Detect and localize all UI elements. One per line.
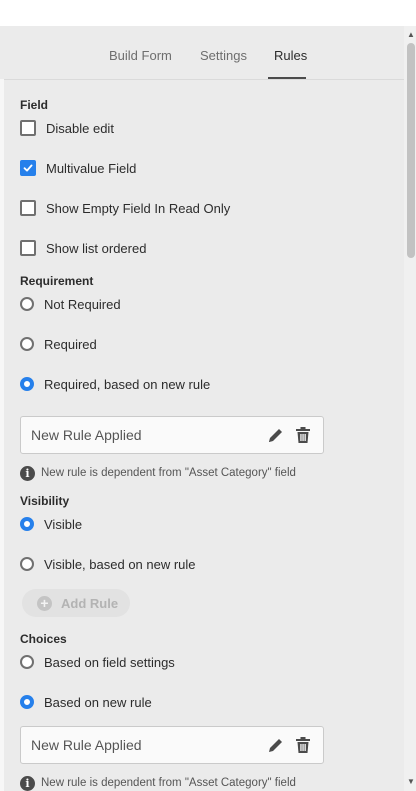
disable-edit-checkbox[interactable] [20, 120, 36, 136]
choices-rule-text: New Rule Applied [31, 737, 142, 753]
top-strip [0, 0, 416, 27]
based-on-field-settings-option[interactable]: Based on field settings [20, 653, 175, 671]
required-label: Required [44, 336, 97, 352]
requirement-rule-text: New Rule Applied [31, 427, 142, 443]
required-new-rule-radio[interactable] [20, 377, 34, 391]
properties-panel: Build Form Settings Rules Field Disable … [0, 26, 404, 791]
based-on-field-settings-radio[interactable] [20, 655, 34, 669]
visible-option[interactable]: Visible [20, 515, 82, 533]
disable-edit-option[interactable]: Disable edit [20, 119, 114, 137]
active-tab-indicator [268, 77, 306, 79]
tab-settings[interactable]: Settings [200, 48, 247, 63]
requirement-rule-box: New Rule Applied [20, 416, 324, 454]
tab-rules[interactable]: Rules [274, 48, 307, 63]
visible-new-rule-radio[interactable] [20, 557, 34, 571]
pencil-icon[interactable] [267, 426, 285, 444]
based-on-field-settings-label: Based on field settings [44, 654, 175, 670]
scroll-up-arrow-icon[interactable]: ▲ [406, 30, 416, 40]
pencil-icon[interactable] [267, 736, 285, 754]
plus-circle-icon: + [37, 595, 52, 611]
show-list-ordered-option[interactable]: Show list ordered [20, 239, 146, 257]
tab-bar: Build Form Settings Rules [0, 26, 404, 80]
add-rule-button[interactable]: + Add Rule [22, 589, 130, 617]
show-list-ordered-checkbox[interactable] [20, 240, 36, 256]
visible-radio[interactable] [20, 517, 34, 531]
required-new-rule-option[interactable]: Required, based on new rule [20, 375, 210, 393]
choices-rule-note: i New rule is dependent from "Asset Cate… [20, 775, 296, 791]
info-icon: i [20, 465, 35, 481]
show-list-ordered-label: Show list ordered [46, 240, 147, 256]
show-empty-field-option[interactable]: Show Empty Field In Read Only [20, 199, 230, 217]
scrollbar-thumb[interactable] [407, 43, 415, 258]
not-required-radio[interactable] [20, 297, 34, 311]
requirement-note-text: New rule is dependent from "Asset Catego… [41, 467, 296, 479]
multivalue-field-option[interactable]: Multivalue Field [20, 159, 136, 177]
required-new-rule-label: Required, based on new rule [44, 376, 211, 392]
required-radio[interactable] [20, 337, 34, 351]
checkmark-icon [23, 164, 33, 172]
info-icon: i [20, 775, 35, 791]
not-required-option[interactable]: Not Required [20, 295, 121, 313]
trash-icon[interactable] [294, 426, 312, 444]
based-on-new-rule-option[interactable]: Based on new rule [20, 693, 152, 711]
show-empty-field-label: Show Empty Field In Read Only [46, 200, 231, 216]
not-required-label: Not Required [44, 296, 121, 312]
multivalue-field-label: Multivalue Field [46, 160, 137, 176]
required-option[interactable]: Required [20, 335, 97, 353]
based-on-new-rule-radio[interactable] [20, 695, 34, 709]
visibility-section-title: Visibility [20, 494, 70, 508]
based-on-new-rule-label: Based on new rule [44, 694, 152, 710]
choices-note-text: New rule is dependent from "Asset Catego… [41, 777, 296, 789]
visible-new-rule-label: Visible, based on new rule [44, 556, 196, 572]
choices-rule-box: New Rule Applied [20, 726, 324, 764]
panel-edge [0, 79, 4, 791]
visible-label: Visible [44, 516, 83, 532]
requirement-rule-note: i New rule is dependent from "Asset Cate… [20, 465, 296, 481]
disable-edit-label: Disable edit [46, 120, 114, 136]
visible-new-rule-option[interactable]: Visible, based on new rule [20, 555, 196, 573]
multivalue-field-checkbox[interactable] [20, 160, 36, 176]
choices-section-title: Choices [20, 632, 67, 646]
add-rule-label: Add Rule [61, 595, 119, 611]
tab-build-form[interactable]: Build Form [109, 48, 172, 63]
requirement-section-title: Requirement [20, 274, 94, 288]
scroll-down-arrow-icon[interactable]: ▼ [406, 777, 416, 787]
trash-icon[interactable] [294, 736, 312, 754]
field-section-title: Field [20, 98, 49, 112]
show-empty-field-checkbox[interactable] [20, 200, 36, 216]
